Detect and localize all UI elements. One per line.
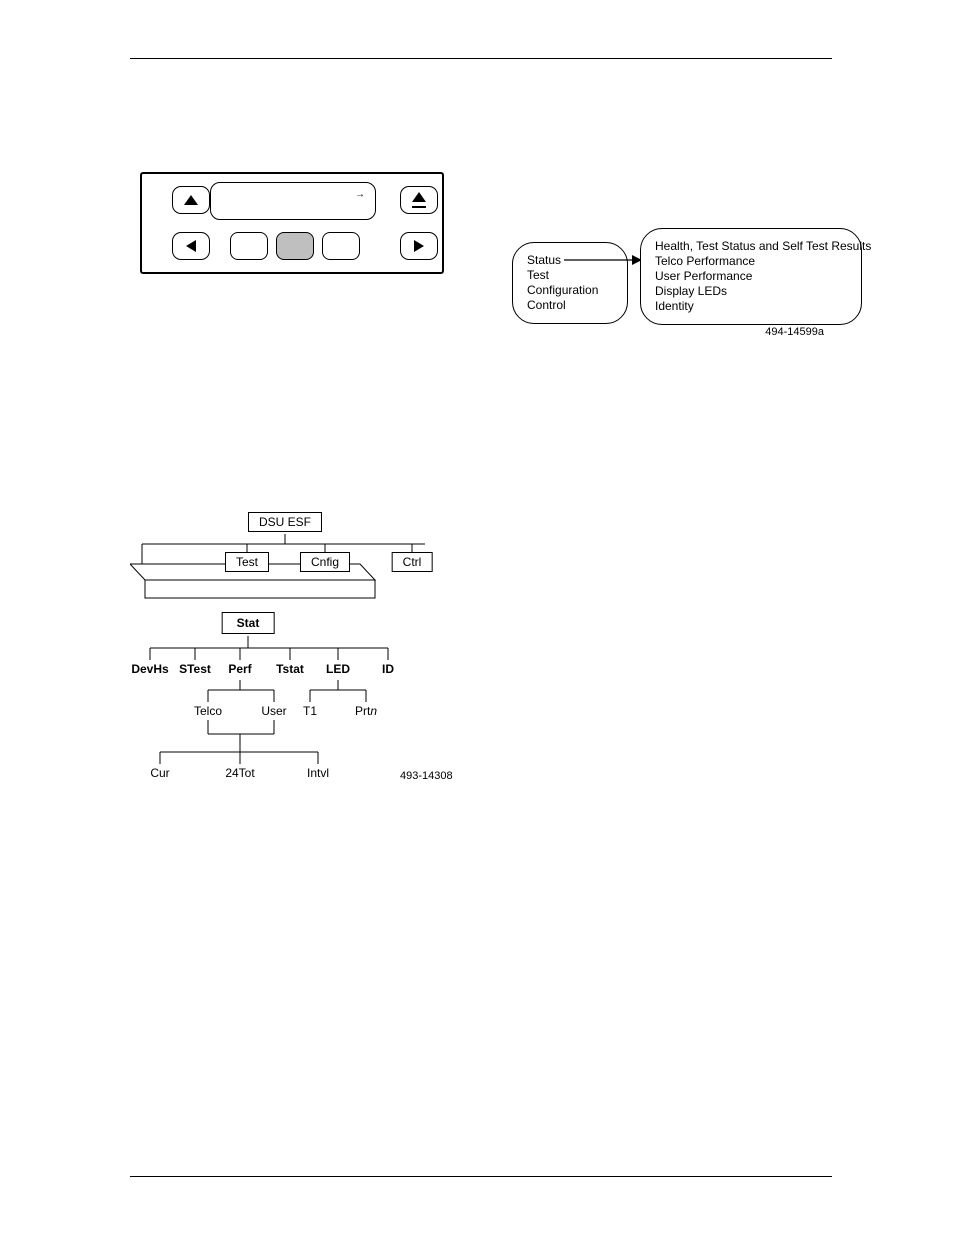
node-stest: STest [179,662,211,676]
node-id: ID [382,662,394,676]
left-button[interactable] [172,232,210,260]
node-root: DSU ESF [248,512,322,532]
node-cnfig: Cnfig [300,552,350,572]
soft-key-1[interactable] [230,232,268,260]
node-test: Test [225,552,269,572]
triangle-right-icon [414,240,424,252]
prtn-text: Prt [355,704,370,718]
triangle-left-icon [186,240,196,252]
menu-item: Control [527,298,613,313]
figure-id-right: 494-14599a [765,326,824,338]
menu-left-box: Status Test Configuration Control [512,242,628,324]
soft-key-3[interactable] [322,232,360,260]
tree-connectors [130,492,460,808]
menu-item: Test [527,268,613,283]
node-user: User [261,704,286,718]
node-prtn: Prtn [355,704,377,718]
node-cur: Cur [150,766,169,780]
status-details-box: Health, Test Status and Self Test Result… [640,228,862,325]
detail-item: Telco Performance [655,254,847,269]
rule-top [130,58,832,59]
node-telco: Telco [194,704,222,718]
node-devhs: DevHs [131,662,168,676]
detail-item: User Performance [655,269,847,284]
node-stat: Stat [222,612,275,634]
node-t1: T1 [303,704,317,718]
figure-id-tree: 493-14308 [400,770,453,782]
detail-item: Identity [655,299,847,314]
detail-item: Display LEDs [655,284,847,299]
right-button[interactable] [400,232,438,260]
detail-item: Health, Test Status and Self Test Result… [655,239,847,254]
node-tstat: Tstat [276,662,304,676]
node-ctrl: Ctrl [392,552,433,572]
node-intvl: Intvl [307,766,329,780]
rule-bottom [130,1176,832,1177]
node-perf: Perf [228,662,251,676]
triangle-up-icon [184,195,198,205]
menu-item: Configuration [527,283,613,298]
prtn-n: n [370,704,377,718]
triangle-up-bar-icon [412,192,426,202]
front-panel-device: → [140,172,444,274]
lcd-display: → [210,182,376,220]
node-led: LED [326,662,350,676]
home-button[interactable] [400,186,438,214]
up-button[interactable] [172,186,210,214]
menu-tree-diagram: DSU ESF Test Cnfig Ctrl Stat DevHs STest… [130,492,460,808]
soft-key-2[interactable] [276,232,314,260]
node-24tot: 24Tot [225,766,254,780]
lcd-right-arrow-icon: → [355,189,365,200]
